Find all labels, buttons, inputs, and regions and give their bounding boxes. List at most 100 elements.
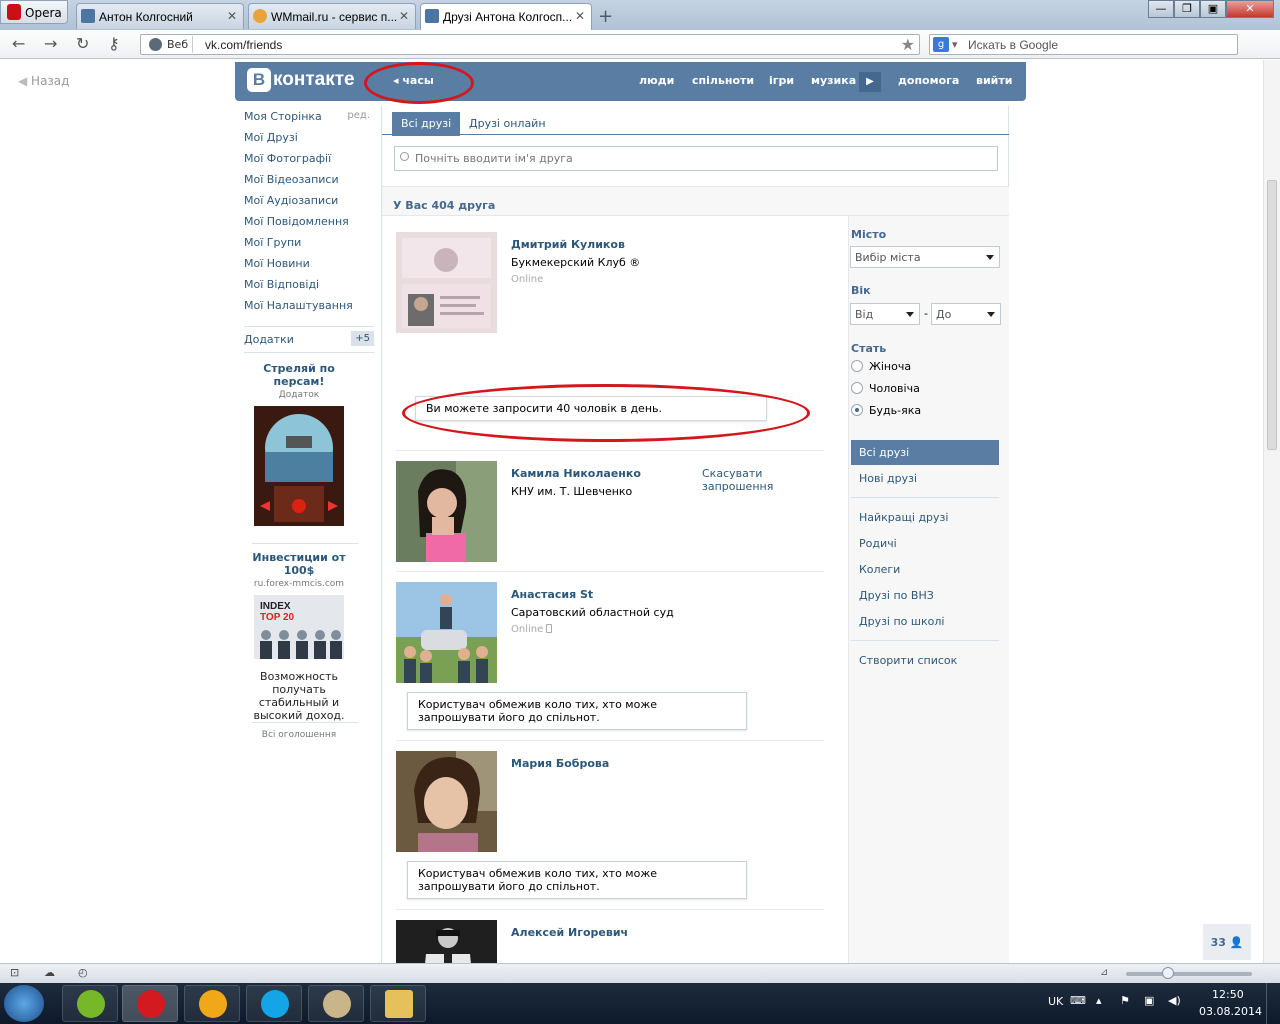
keyboard-icon[interactable]: ⌨ [1070, 994, 1086, 1007]
opera-menu-button[interactable]: Opera [0, 0, 68, 24]
filter-relatives[interactable]: Родичі [851, 531, 999, 556]
address-bar[interactable]: Веб vk.com/friends ★ [140, 34, 920, 55]
forex-ad-image[interactable]: INDEX TOP 20 [254, 595, 344, 659]
friend-avatar[interactable] [396, 232, 497, 333]
ad-block[interactable]: Инвестиции от 100$ ru.forex-mmcis.com IN… [240, 551, 358, 722]
language-indicator[interactable]: UK [1048, 995, 1063, 1008]
browser-tab[interactable]: WMmail.ru - сервис п... ✕ [248, 3, 416, 29]
friend-name[interactable]: Алексей Игоревич [511, 926, 628, 939]
google-icon[interactable]: g [933, 37, 949, 52]
show-desktop-button[interactable] [1266, 983, 1280, 1024]
chevron-down-icon[interactable]: ▾ [952, 38, 958, 51]
vertical-scrollbar[interactable] [1263, 60, 1280, 963]
friend-avatar[interactable] [396, 461, 497, 562]
restore-window-icon[interactable]: ❐ [1174, 0, 1200, 18]
clock-date[interactable]: 03.08.2014 [1199, 1005, 1262, 1018]
network-icon[interactable]: ▣ [1144, 994, 1154, 1007]
cancel-request-link[interactable]: Скасувати запрошення [702, 467, 792, 493]
utorrent-taskbar-icon[interactable] [62, 985, 118, 1022]
nav-help[interactable]: допомога [898, 74, 959, 87]
arrow-up-icon[interactable]: ▴ [1096, 994, 1102, 1007]
start-button[interactable] [4, 985, 44, 1022]
all-ads-link[interactable]: Всі оголошення [240, 730, 358, 740]
nav-games[interactable]: ігри [769, 74, 794, 87]
cloud-icon[interactable]: ☁ [44, 966, 55, 979]
browser-tab[interactable]: Антон Колгосний ✕ [76, 3, 244, 29]
url-text[interactable]: vk.com/friends [205, 38, 282, 52]
filter-all-friends[interactable]: Всі друзі [851, 440, 999, 465]
bookmark-star-icon[interactable]: ★ [901, 35, 915, 54]
friend-avatar[interactable] [396, 920, 497, 963]
menu-my-friends[interactable]: Мої Друзі [244, 131, 370, 152]
city-select[interactable]: Вибір міста [850, 246, 1000, 268]
close-tab-icon[interactable]: ✕ [399, 9, 409, 23]
chat-online-counter[interactable]: 33 👤 [1203, 924, 1251, 960]
panel-toggle-icon[interactable]: ⊡ [10, 966, 19, 979]
nav-more-arrow-icon[interactable]: ▶ [859, 72, 881, 92]
zoom-slider[interactable] [1126, 967, 1252, 979]
friend-name[interactable]: Камила Николаенко [511, 467, 641, 480]
speed-dial-icon[interactable]: ◴ [78, 966, 88, 979]
search-field[interactable]: g ▾ Искать в Google [929, 34, 1238, 55]
reload-icon[interactable]: ↻ [76, 34, 89, 53]
sex-female-radio[interactable]: Жіноча [851, 360, 911, 373]
nav-communities[interactable]: спільноти [692, 74, 754, 87]
filter-best-friends[interactable]: Найкращі друзі [851, 505, 999, 530]
menu-my-groups[interactable]: Мої Групи [244, 236, 370, 257]
sex-male-radio[interactable]: Чоловіча [851, 382, 920, 395]
edit-link[interactable]: ред. [347, 110, 370, 121]
menu-my-messages[interactable]: Мої Повідомлення [244, 215, 370, 236]
opera-taskbar-icon[interactable] [122, 985, 178, 1022]
friend-avatar[interactable] [396, 751, 497, 852]
menu-my-photos[interactable]: Мої Фотографії [244, 152, 370, 173]
tab-friends-online[interactable]: Друзі онлайн [460, 112, 555, 136]
clock-time[interactable]: 12:50 [1212, 988, 1244, 1001]
aimp-taskbar-icon[interactable] [184, 985, 240, 1022]
game-ad-image[interactable] [254, 406, 344, 526]
explorer-taskbar-icon[interactable] [370, 985, 426, 1022]
key-icon[interactable]: ⚷ [108, 34, 120, 53]
ad-block[interactable]: Стреляй по персам! Додаток [240, 362, 358, 529]
tab-all-friends[interactable]: Всі друзі [392, 112, 461, 136]
tab-list-icon[interactable]: ▣ [1200, 0, 1226, 18]
filter-school[interactable]: Друзі по школі [851, 609, 999, 634]
friend-name[interactable]: Дмитрий Куликов [511, 238, 625, 251]
menu-my-page[interactable]: Моя Сторінка ред. [244, 110, 370, 131]
create-list-link[interactable]: Створити список [851, 648, 999, 673]
nav-people[interactable]: люди [639, 74, 674, 87]
zoom-slider-thumb[interactable] [1162, 967, 1174, 979]
back-link[interactable]: ◀ Назад [18, 74, 69, 88]
menu-my-news[interactable]: Мої Новини [244, 257, 370, 278]
close-window-icon[interactable]: ✕ [1226, 0, 1274, 18]
close-tab-icon[interactable]: ✕ [227, 9, 237, 23]
scrollbar-thumb[interactable] [1267, 180, 1277, 450]
sex-any-radio[interactable]: Будь-яка [851, 404, 921, 417]
new-tab-icon[interactable]: + [598, 6, 613, 27]
minimize-window-icon[interactable]: — [1148, 0, 1174, 18]
paint-taskbar-icon[interactable] [308, 985, 364, 1022]
browser-tab-active[interactable]: Друзі Антона Колгосп... ✕ [420, 3, 592, 30]
volume-icon[interactable]: ◀) [1168, 994, 1181, 1007]
filter-colleagues[interactable]: Колеги [851, 557, 999, 582]
page-zoom-icon[interactable]: ⊿ [1100, 967, 1108, 978]
friend-search-input[interactable]: Почніть вводити ім'я друга [394, 146, 998, 171]
forward-icon[interactable]: → [44, 34, 57, 53]
filter-new-friends[interactable]: Нові друзі [851, 466, 999, 491]
flag-icon[interactable]: ⚑ [1120, 994, 1130, 1007]
age-to-select[interactable]: До [931, 303, 1001, 325]
web-badge[interactable]: Веб [145, 36, 194, 53]
menu-my-answers[interactable]: Мої Відповіді [244, 278, 370, 299]
skype-taskbar-icon[interactable] [246, 985, 302, 1022]
menu-my-audio[interactable]: Мої Аудіозаписи [244, 194, 370, 215]
age-from-select[interactable]: Від [850, 303, 920, 325]
filter-university[interactable]: Друзі по ВНЗ [851, 583, 999, 608]
back-icon[interactable]: ← [12, 34, 25, 53]
friend-name[interactable]: Анастасия St [511, 588, 593, 601]
apps-menu-item[interactable]: Додатки +5 [244, 326, 374, 353]
close-tab-icon[interactable]: ✕ [575, 9, 585, 23]
nav-music[interactable]: музика [811, 74, 856, 87]
vk-logo[interactable]: Вконтакте [247, 68, 355, 94]
nav-logout[interactable]: вийти [976, 74, 1012, 87]
friend-avatar[interactable] [396, 582, 497, 683]
friend-name[interactable]: Мария Боброва [511, 757, 609, 770]
